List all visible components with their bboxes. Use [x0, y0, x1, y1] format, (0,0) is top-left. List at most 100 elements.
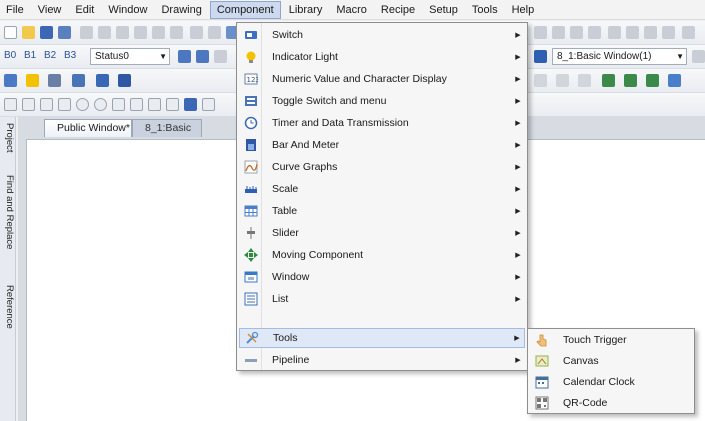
reference-tab[interactable]: Reference	[1, 285, 15, 329]
picture-tool-icon[interactable]	[184, 98, 197, 111]
compile-icon[interactable]	[668, 74, 681, 87]
pointer-icon[interactable]	[4, 98, 17, 111]
line-tool-icon[interactable]	[22, 98, 35, 111]
arc-tool-icon[interactable]	[130, 98, 143, 111]
simulate-offline-icon[interactable]	[602, 74, 615, 87]
simulate-online-icon[interactable]	[624, 74, 637, 87]
submenu-item-qr-code[interactable]: QR-Code	[530, 393, 694, 413]
bit-b1-button[interactable]: B1	[24, 50, 36, 61]
circle-tool-icon[interactable]	[76, 98, 89, 111]
submenu-item-label: Calendar Clock	[563, 376, 635, 388]
submenu-item-canvas[interactable]: Canvas	[530, 351, 694, 371]
state-next-icon[interactable]	[196, 50, 209, 63]
menu-edit[interactable]: Edit	[69, 1, 100, 19]
menu-recipe[interactable]: Recipe	[375, 1, 421, 19]
bring-front-icon[interactable]	[644, 26, 657, 39]
save-all-icon[interactable]	[58, 26, 71, 39]
calendar-clock-icon	[535, 375, 549, 389]
group-icon[interactable]	[608, 26, 621, 39]
copy-icon[interactable]	[98, 26, 111, 39]
switch-tool-icon[interactable]	[4, 74, 17, 87]
align-bottom-icon[interactable]	[588, 26, 601, 39]
polyline-tool-icon[interactable]	[40, 98, 53, 111]
menu-tools[interactable]: Tools	[466, 1, 504, 19]
ungroup-icon[interactable]	[626, 26, 639, 39]
menu-item-slider[interactable]: Slider ▶	[239, 223, 525, 243]
menu-item-label: Numeric Value and Character Display	[272, 73, 447, 85]
status-select[interactable]: Status0 ▼	[90, 48, 170, 65]
align-left-icon[interactable]	[534, 26, 547, 39]
align-right-icon[interactable]	[552, 26, 565, 39]
menu-item-switch[interactable]: Switch ▶	[239, 25, 525, 45]
menu-item-scale[interactable]: Scale ▶	[239, 179, 525, 199]
cut-icon[interactable]	[80, 26, 93, 39]
menu-setup[interactable]: Setup	[423, 1, 464, 19]
paste-icon[interactable]	[116, 26, 129, 39]
meter-tool-icon[interactable]	[118, 74, 131, 87]
menu-item-moving-component[interactable]: Moving Component ▶	[239, 245, 525, 265]
toggle-tool-icon[interactable]	[72, 74, 85, 87]
format-tool-icon[interactable]	[534, 74, 547, 87]
find-and-replace-tab[interactable]: Find and Replace	[1, 175, 15, 249]
project-tab[interactable]: Project	[1, 123, 15, 153]
align-top-icon[interactable]	[570, 26, 583, 39]
save-icon[interactable]	[40, 26, 53, 39]
menu-item-window[interactable]: Window ▶	[239, 267, 525, 287]
menu-item-pipeline[interactable]: Pipeline ▶	[239, 350, 525, 370]
numeric-tool-icon[interactable]	[48, 74, 61, 87]
tools-submenu: Touch Trigger Canvas Calendar Clock QR-C…	[527, 328, 695, 414]
menu-component[interactable]: Component	[209, 0, 281, 19]
menu-library[interactable]: Library	[283, 1, 329, 19]
menu-help[interactable]: Help	[506, 1, 541, 19]
menu-item-bar-meter[interactable]: Bar And Meter ▶	[239, 135, 525, 155]
menu-item-toggle-switch[interactable]: Toggle Switch and menu ▶	[239, 91, 525, 111]
menu-view[interactable]: View	[32, 1, 68, 19]
bit-b2-button[interactable]: B2	[44, 50, 56, 61]
new-file-icon[interactable]	[4, 26, 17, 39]
menu-drawing[interactable]: Drawing	[155, 1, 207, 19]
menu-item-list[interactable]: List ▶	[239, 289, 525, 309]
size-tool-icon[interactable]	[578, 74, 591, 87]
lock-icon[interactable]	[682, 26, 695, 39]
delete-icon[interactable]	[134, 26, 147, 39]
undo-icon[interactable]	[152, 26, 165, 39]
menu-item-curve-graphs[interactable]: Curve Graphs ▶	[239, 157, 525, 177]
download-icon[interactable]	[646, 74, 659, 87]
zoom-icon[interactable]	[208, 26, 221, 39]
tab-basic-window[interactable]: 8_1:Basic	[132, 119, 202, 137]
rounded-rect-tool-icon[interactable]	[112, 98, 125, 111]
menu-item-numeric-display[interactable]: 123 Numeric Value and Character Display …	[239, 69, 525, 89]
menu-item-table[interactable]: Table ▶	[239, 201, 525, 221]
indicator-tool-icon[interactable]	[26, 74, 39, 87]
rectangle-tool-icon[interactable]	[58, 98, 71, 111]
window-go-icon[interactable]	[692, 50, 705, 63]
find-icon[interactable]	[190, 26, 203, 39]
window-select[interactable]: 8_1:Basic Window(1) ▼	[552, 48, 687, 65]
send-back-icon[interactable]	[662, 26, 675, 39]
menu-item-indicator-light[interactable]: Indicator Light ▶	[239, 47, 525, 67]
open-folder-icon[interactable]	[22, 26, 35, 39]
bit-b3-button[interactable]: B3	[64, 50, 76, 61]
menu-item-tools[interactable]: Tools ▶	[239, 328, 525, 348]
menu-window[interactable]: Window	[102, 1, 153, 19]
ellipse-tool-icon[interactable]	[94, 98, 107, 111]
menu-item-timer[interactable]: Timer and Data Transmission ▶	[239, 113, 525, 133]
tab-public-window[interactable]: Public Window*	[44, 119, 132, 137]
submenu-arrow-icon: ▶	[515, 357, 521, 364]
window-list-icon[interactable]	[534, 50, 547, 63]
state-copy-icon[interactable]	[214, 50, 227, 63]
sector-tool-icon[interactable]	[148, 98, 161, 111]
submenu-item-touch-trigger[interactable]: Touch Trigger	[530, 330, 694, 350]
submenu-item-calendar-clock[interactable]: Calendar Clock	[530, 372, 694, 392]
text-tool-icon[interactable]	[202, 98, 215, 111]
timer-tool-icon[interactable]	[96, 74, 109, 87]
timer-icon	[244, 116, 258, 130]
menu-macro[interactable]: Macro	[330, 1, 373, 19]
state-prev-icon[interactable]	[178, 50, 191, 63]
bit-b0-button[interactable]: B0	[4, 50, 16, 61]
polygon-tool-icon[interactable]	[166, 98, 179, 111]
layout-tool-icon[interactable]	[556, 74, 569, 87]
menu-file[interactable]: File	[0, 1, 30, 19]
menu-item-label: Switch	[272, 29, 303, 41]
redo-icon[interactable]	[170, 26, 183, 39]
